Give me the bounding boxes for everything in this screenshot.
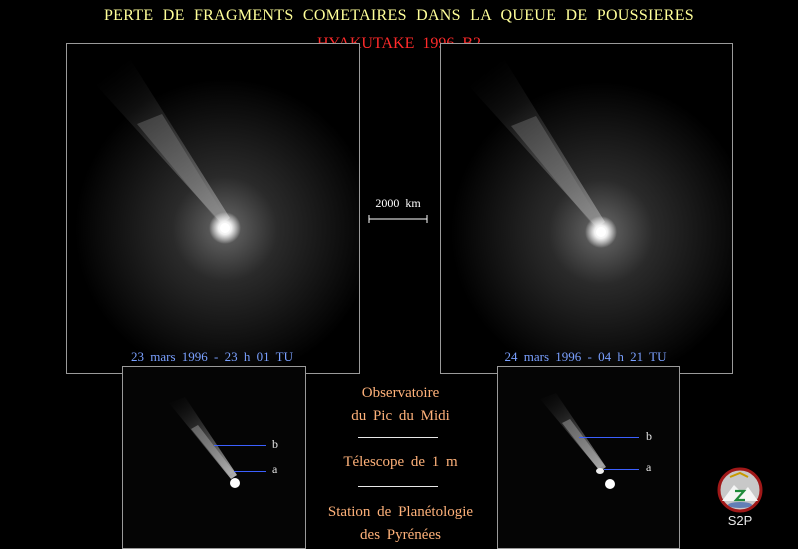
marker-label-a-right: a <box>646 460 652 474</box>
marker-line-a-right <box>604 469 639 470</box>
s2p-logo <box>716 467 764 513</box>
comet-image-right <box>440 43 733 374</box>
observatory-line-2: du Pic du Midi <box>351 408 450 424</box>
marker-label-a-left: a <box>272 462 278 476</box>
station-line-1: Station de Planétologie <box>327 504 474 520</box>
scale-bar-label: 2000 km <box>375 196 421 210</box>
marker-line-a-left <box>234 471 266 472</box>
marker-label-b-left: b <box>272 437 278 451</box>
processed-image-right <box>497 366 680 549</box>
marker-line-b-right <box>579 437 639 438</box>
telescope-label: Télescope de 1 m <box>343 454 458 470</box>
divider-1 <box>358 437 438 438</box>
divider-2 <box>358 486 438 487</box>
marker-label-b-right: b <box>646 429 652 443</box>
marker-line-b-left <box>214 445 266 446</box>
date-right: 24 mars 1996 - 04 h 21 TU <box>504 349 667 364</box>
s2p-logo-text: S2P <box>727 513 753 528</box>
station-line-2: des Pyrénées <box>360 527 441 543</box>
processed-image-left <box>122 366 306 549</box>
main-title: PERTE DE FRAGMENTS COMETAIRES DANS LA QU… <box>103 7 694 24</box>
comet-image-left <box>66 43 360 374</box>
date-left: 23 mars 1996 - 23 h 01 TU <box>131 349 293 364</box>
scale-bar <box>368 214 428 224</box>
observatory-line-1: Observatoire <box>361 385 440 401</box>
